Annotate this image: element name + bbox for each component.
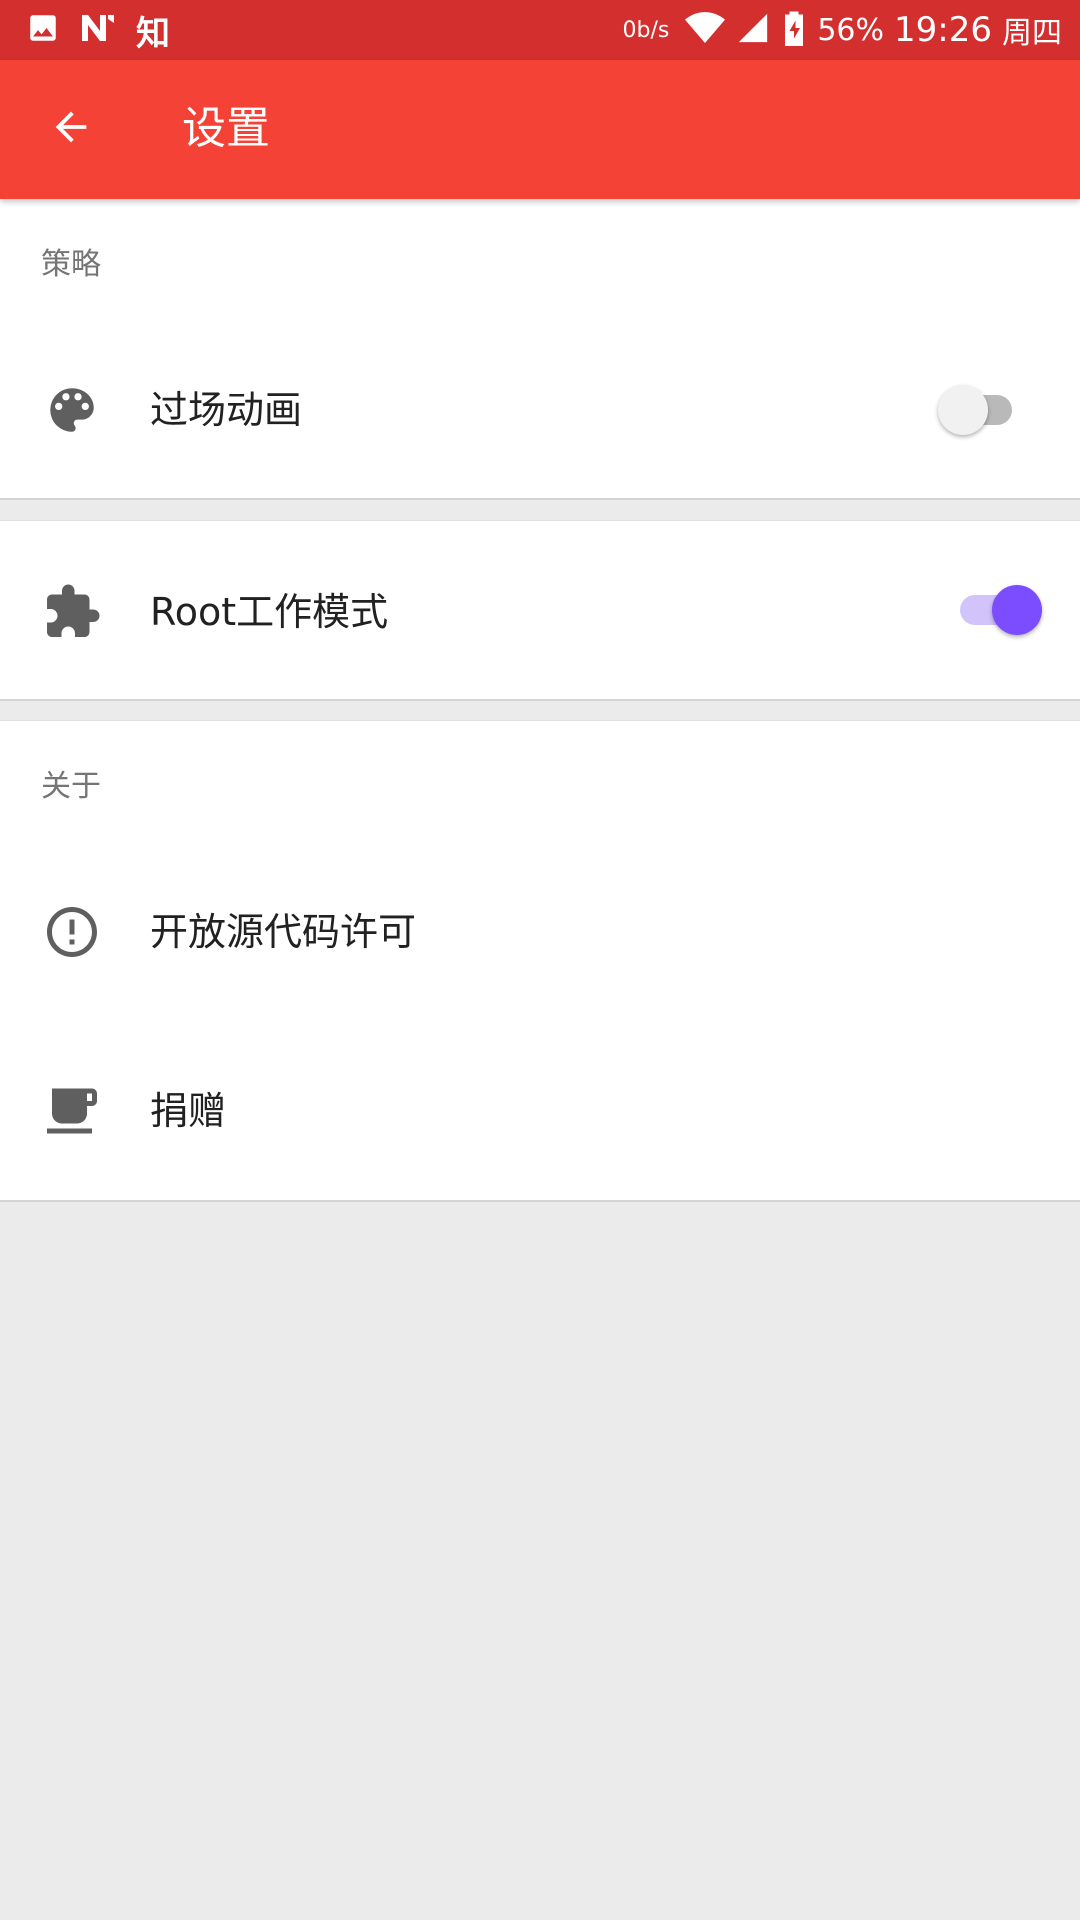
strategy-section: 策略 过场动画	[0, 199, 1080, 500]
app-bar: 设置	[0, 60, 1080, 199]
weekday: 周四	[1002, 16, 1062, 51]
root-mode-switch[interactable]	[952, 580, 1042, 640]
setting-row-transition-animation[interactable]: 过场动画	[0, 335, 1080, 485]
battery-percent: 56%	[817, 12, 885, 48]
transition-animation-switch[interactable]	[938, 380, 1028, 440]
error-outline-icon	[42, 902, 102, 962]
extension-icon	[42, 582, 102, 642]
back-button[interactable]	[38, 96, 104, 162]
section-header-strategy: 策略	[41, 247, 101, 282]
setting-row-open-source-licenses[interactable]: 开放源代码许可	[0, 857, 1080, 1007]
setting-label-donate: 捐赠	[150, 1089, 227, 1133]
signal-icon	[735, 11, 771, 49]
setting-row-donate[interactable]: 捐赠	[0, 1036, 1080, 1186]
setting-row-root-mode[interactable]: Root工作模式	[0, 537, 1080, 687]
net-speed: 0b/s	[622, 17, 670, 43]
coffee-icon	[42, 1081, 102, 1141]
wifi-icon	[685, 11, 726, 49]
section-header-about: 关于	[41, 769, 101, 804]
status-bar: 知 0b/s 56% 19:26 周四	[0, 0, 1080, 60]
setting-label-open-source-licenses: 开放源代码许可	[150, 910, 417, 954]
setting-label-root-mode: Root工作模式	[150, 590, 389, 634]
switch-thumb	[992, 585, 1042, 635]
battery-charging-icon	[781, 10, 807, 50]
page-title: 设置	[182, 103, 270, 154]
palette-icon	[42, 380, 102, 440]
root-section: Root工作模式	[0, 520, 1080, 701]
clock: 19:26	[894, 10, 992, 50]
n-app-icon	[80, 11, 116, 49]
about-section: 关于 开放源代码许可 捐赠	[0, 720, 1080, 1202]
switch-thumb	[938, 385, 988, 435]
image-icon	[26, 11, 60, 49]
setting-label-transition-animation: 过场动画	[150, 388, 303, 432]
notification-text: 知	[136, 13, 170, 54]
arrow-back-icon	[48, 104, 94, 154]
